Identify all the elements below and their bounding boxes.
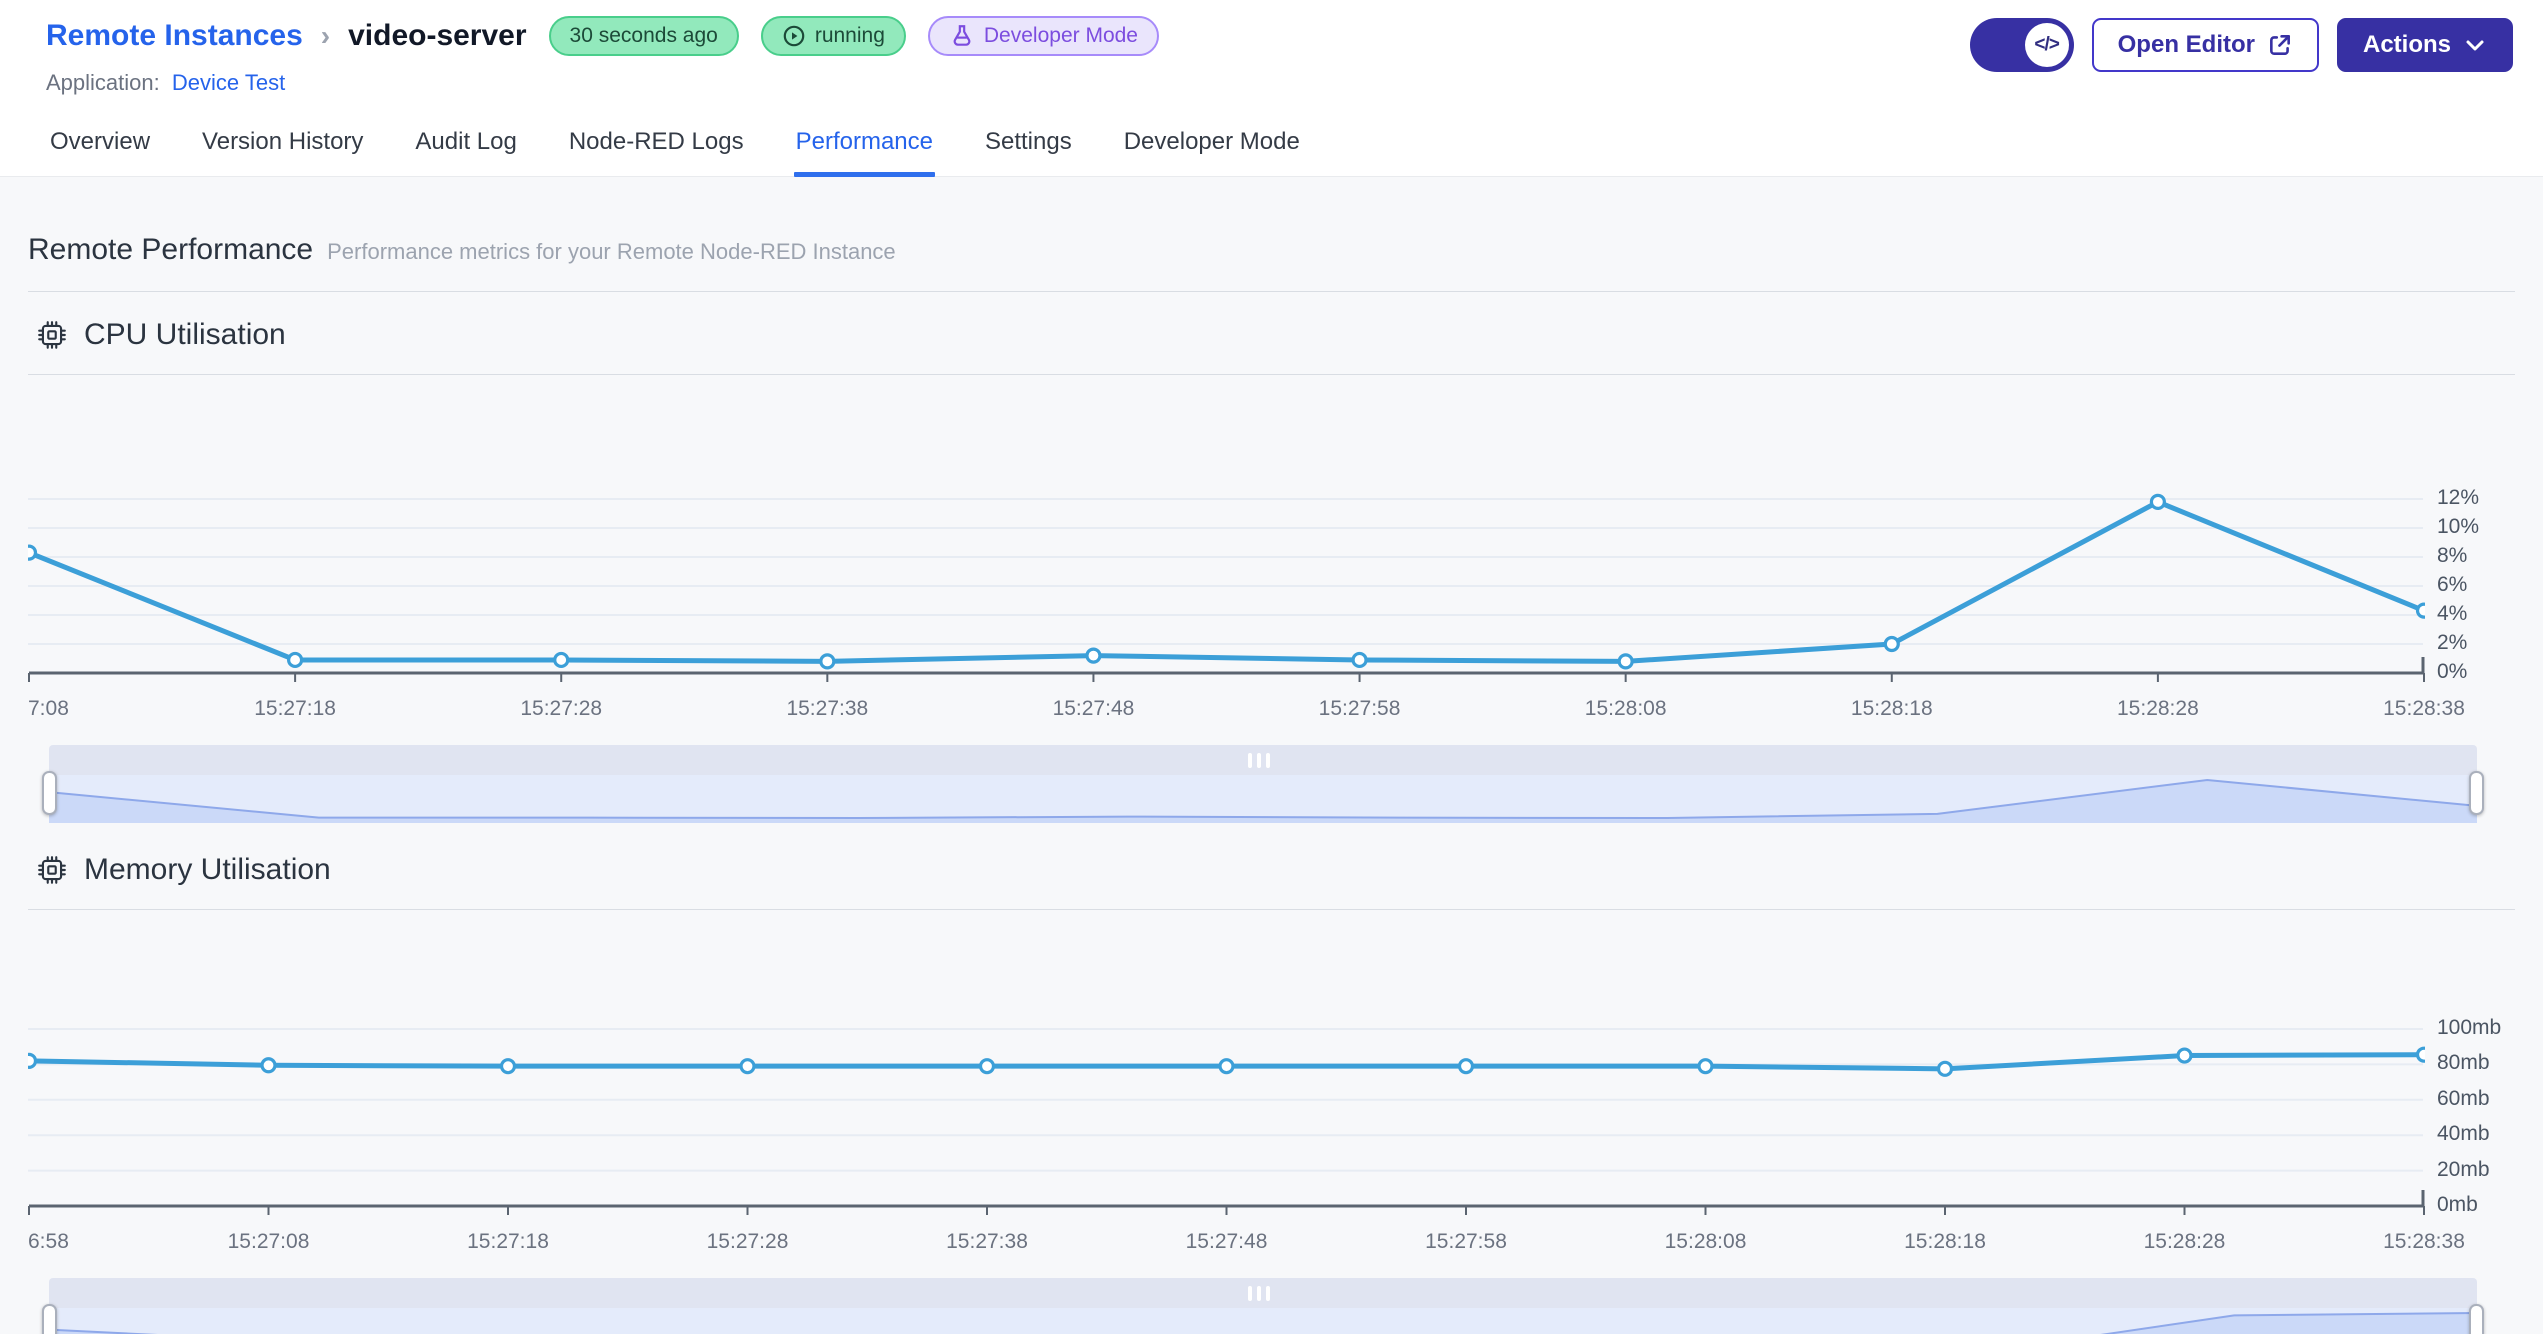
x-tick-label: 15:28:18	[1850, 697, 1933, 720]
code-icon: </>	[2024, 23, 2069, 67]
cpu-chip-icon	[38, 856, 66, 884]
x-tick-label: 15:27:58	[1425, 1230, 1507, 1253]
breadcrumb-separator-icon: ›	[320, 20, 331, 51]
memory-brush-handle-left[interactable]	[42, 1304, 57, 1334]
page-header: Remote Instances › video-server 30 secon…	[0, 0, 2543, 104]
tab-settings[interactable]: Settings	[983, 128, 1074, 176]
y-tick-label: 0%	[2437, 660, 2468, 683]
chevron-down-icon	[2466, 40, 2484, 51]
y-tick-label: 0mb	[2437, 1193, 2478, 1216]
open-editor-button[interactable]: Open Editor	[2091, 18, 2319, 72]
x-tick-label: 15:27:48	[1185, 1230, 1268, 1253]
x-tick-label: 15:28:08	[1664, 1230, 1747, 1253]
x-tick-label: 15:27:48	[1052, 697, 1135, 720]
tab-overview[interactable]: Overview	[48, 128, 152, 176]
memory-utilisation-section: Memory Utilisation 6:58 15:27:08 15:27:18 1…	[28, 853, 2515, 1334]
x-tick-label: 15:27:58	[1318, 697, 1401, 720]
x-tick-label: 15:28:28	[2117, 697, 2199, 720]
last-seen-label: 30 seconds ago	[569, 24, 718, 47]
application-row: Application: Device Test	[46, 70, 1159, 96]
memory-section-title: Memory Utilisation	[84, 853, 331, 886]
x-tick-label: 15:27:28	[520, 697, 603, 720]
cpu-chip-icon	[38, 321, 66, 349]
application-link[interactable]: Device Test	[172, 70, 285, 95]
memory-brush-handle-right[interactable]	[2469, 1304, 2484, 1334]
tab-performance[interactable]: Performance	[793, 128, 936, 177]
performance-panel: Remote Performance Performance metrics f…	[0, 177, 2543, 1334]
page-title: Remote Performance	[28, 233, 314, 266]
y-tick-label: 2%	[2437, 631, 2468, 654]
x-tick-label: 15:27:08	[227, 1230, 310, 1253]
x-tick-label: 15:27:28	[706, 1230, 789, 1253]
y-tick-label: 40mb	[2437, 1122, 2490, 1146]
status-label: running	[814, 24, 885, 47]
divider	[28, 374, 2515, 375]
tab-node-red-logs[interactable]: Node-RED Logs	[567, 128, 746, 176]
instance-tabs: Overview Version History Audit Log Node-…	[0, 104, 2543, 177]
memory-x-axis: 6:58 15:27:08 15:27:18 15:27:28 15:27:38 15:2…	[28, 1222, 2465, 1264]
cpu-brush-preview[interactable]	[49, 775, 2477, 823]
tab-audit-log[interactable]: Audit Log	[413, 128, 518, 176]
external-link-icon	[2270, 35, 2290, 55]
memory-y-axis: 0mb 20mb 40mb 60mb 80mb 100mb	[2425, 912, 2515, 1264]
cpu-range-slider[interactable]	[42, 745, 2484, 823]
flask-icon	[953, 25, 971, 46]
instance-name: video-server	[348, 19, 527, 52]
tab-developer-mode[interactable]: Developer Mode	[1122, 128, 1302, 176]
developer-mode-badge: Developer Mode	[927, 16, 1159, 56]
cpu-y-axis: 0% 2% 4% 6% 8% 10% 12%	[2425, 377, 2515, 731]
developer-mode-label: Developer Mode	[983, 24, 1138, 47]
memory-chart: 6:58 15:27:08 15:27:18 15:27:28 15:27:38 15:2…	[28, 912, 2515, 1264]
open-editor-label: Open Editor	[2117, 31, 2255, 58]
memory-brush-track[interactable]	[49, 1278, 2477, 1308]
divider	[28, 909, 2515, 910]
y-tick-label: 80mb	[2437, 1051, 2490, 1075]
x-tick-label: 15:28:08	[1584, 697, 1667, 720]
actions-label: Actions	[2362, 31, 2451, 58]
cpu-plot-area	[28, 377, 2425, 689]
x-tick-label: 15:27:18	[467, 1230, 549, 1253]
y-tick-label: 10%	[2437, 515, 2480, 538]
y-tick-label: 6%	[2437, 573, 2468, 596]
cpu-x-axis: 7:08 15:27:18 15:27:28 15:27:38 15:27:48 15:2…	[28, 689, 2465, 731]
y-tick-label: 8%	[2437, 544, 2468, 567]
y-tick-label: 100mb	[2437, 1016, 2502, 1039]
breadcrumb-remote-instances[interactable]: Remote Instances	[46, 19, 303, 53]
breadcrumb: Remote Instances › video-server 30 secon…	[46, 16, 1159, 56]
memory-brush-preview[interactable]	[49, 1308, 2477, 1334]
drag-grip-icon[interactable]	[1248, 1286, 1271, 1301]
last-seen-badge: 30 seconds ago	[548, 16, 739, 56]
application-label: Application:	[46, 70, 160, 95]
cpu-utilisation-section: CPU Utilisation 7:08 15:27:18 15:27:28 15:2…	[28, 318, 2515, 823]
cpu-brush-handle-left[interactable]	[42, 771, 57, 815]
drag-grip-icon[interactable]	[1248, 753, 1271, 768]
actions-button[interactable]: Actions	[2336, 18, 2513, 72]
x-tick-label: 15:27:38	[786, 697, 869, 720]
memory-plot-area	[28, 912, 2425, 1222]
x-tick-label: 6:58	[28, 1230, 69, 1253]
cpu-brush-handle-right[interactable]	[2469, 771, 2484, 815]
y-tick-label: 12%	[2437, 486, 2480, 509]
x-tick-label: 7:08	[28, 697, 69, 720]
y-tick-label: 20mb	[2437, 1157, 2490, 1181]
page-subtitle: Performance metrics for your Remote Node…	[327, 239, 896, 264]
y-tick-label: 60mb	[2437, 1086, 2490, 1110]
divider	[28, 291, 2515, 292]
x-tick-label: 15:28:28	[2143, 1230, 2226, 1253]
status-badge: running	[760, 16, 906, 56]
x-tick-label: 15:28:18	[1904, 1230, 1986, 1253]
memory-range-slider[interactable]	[42, 1278, 2484, 1334]
y-tick-label: 4%	[2437, 602, 2468, 625]
cpu-chart: 7:08 15:27:18 15:27:28 15:27:38 15:27:48 15:2…	[28, 377, 2515, 731]
cpu-brush-track[interactable]	[49, 745, 2477, 775]
developer-mode-toggle[interactable]: </>	[1969, 18, 2074, 72]
tab-version-history[interactable]: Version History	[200, 128, 365, 176]
x-tick-label: 15:27:38	[946, 1230, 1028, 1253]
play-circle-icon	[783, 25, 805, 47]
cpu-section-title: CPU Utilisation	[84, 318, 286, 351]
x-tick-label: 15:27:18	[254, 697, 336, 720]
